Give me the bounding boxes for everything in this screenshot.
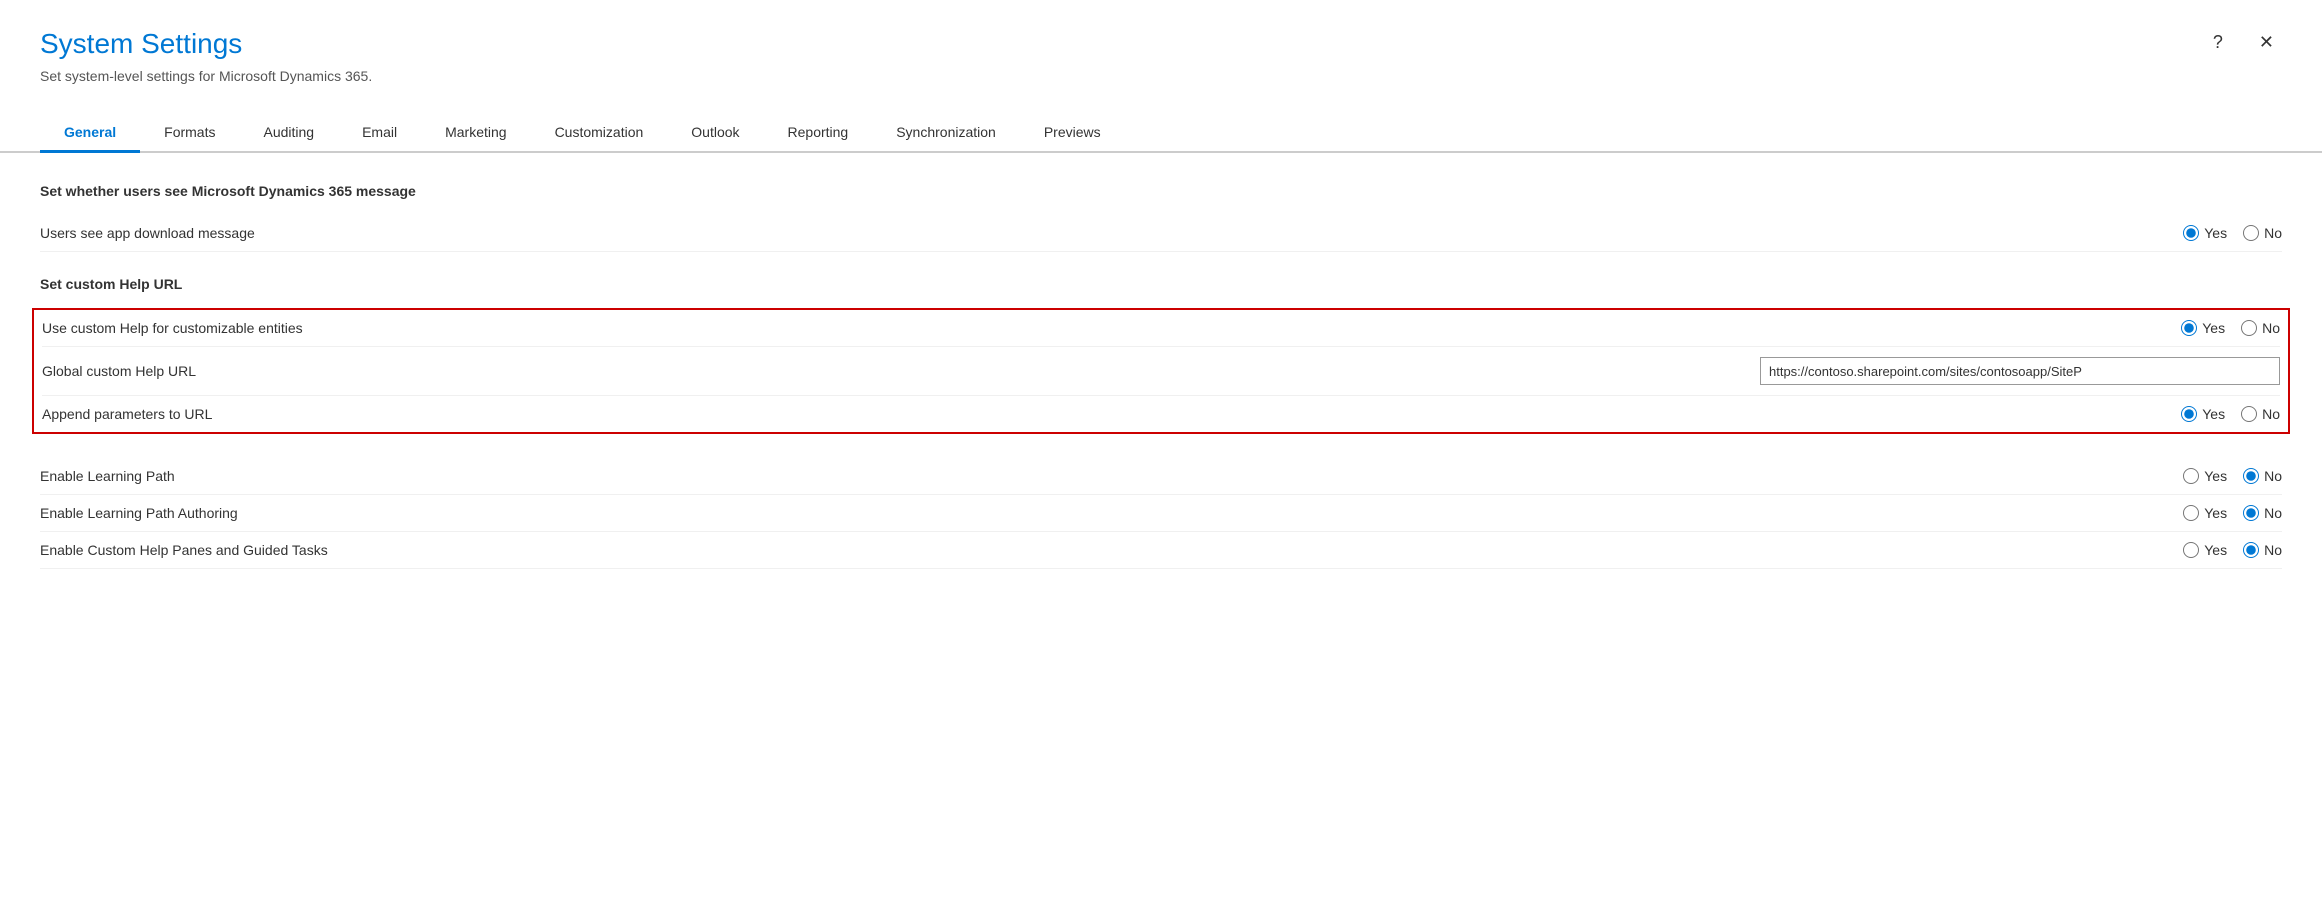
learning-path-no-option[interactable]: No [2243, 468, 2282, 484]
enable-custom-help-panes-row: Enable Custom Help Panes and Guided Task… [40, 532, 2282, 569]
ms-message-section: Set whether users see Microsoft Dynamics… [40, 183, 2282, 252]
learning-authoring-no-option[interactable]: No [2243, 505, 2282, 521]
append-params-control: Yes No [1980, 406, 2280, 422]
enable-learning-path-authoring-control: Yes No [1982, 505, 2282, 521]
learning-section: Enable Learning Path Yes No Enable Learn… [40, 458, 2282, 569]
custom-panes-yes-radio[interactable] [2183, 542, 2199, 558]
tab-outlook[interactable]: Outlook [667, 114, 763, 153]
custom-help-entities-label: Use custom Help for customizable entitie… [42, 320, 1980, 336]
enable-learning-path-label: Enable Learning Path [40, 468, 1982, 484]
close-button[interactable]: ✕ [2251, 28, 2282, 57]
custom-panes-no-option[interactable]: No [2243, 542, 2282, 558]
custom-panes-yes-option[interactable]: Yes [2183, 542, 2227, 558]
enable-learning-path-authoring-row: Enable Learning Path Authoring Yes No [40, 495, 2282, 532]
settings-content: Set whether users see Microsoft Dynamics… [0, 153, 2322, 599]
append-params-yes-radio[interactable] [2181, 406, 2197, 422]
enable-learning-path-authoring-label: Enable Learning Path Authoring [40, 505, 1982, 521]
custom-help-section-wrapper: Set custom Help URL Use custom Help for … [40, 276, 2282, 434]
learning-authoring-no-radio[interactable] [2243, 505, 2259, 521]
app-download-control: Yes No [1982, 225, 2282, 241]
header-actions: ? ✕ [2205, 28, 2282, 57]
append-params-yes-label: Yes [2202, 406, 2225, 422]
learning-authoring-yes-option[interactable]: Yes [2183, 505, 2227, 521]
append-params-yes-option[interactable]: Yes [2181, 406, 2225, 422]
custom-help-no-label: No [2262, 320, 2280, 336]
custom-panes-yes-label: Yes [2204, 542, 2227, 558]
app-download-no-radio[interactable] [2243, 225, 2259, 241]
global-help-url-input[interactable] [1760, 357, 2280, 385]
enable-learning-path-row: Enable Learning Path Yes No [40, 458, 2282, 495]
tab-marketing[interactable]: Marketing [421, 114, 530, 153]
learning-authoring-yes-label: Yes [2204, 505, 2227, 521]
app-download-no-option[interactable]: No [2243, 225, 2282, 241]
app-download-row: Users see app download message Yes No [40, 215, 2282, 252]
custom-help-entities-control: Yes No [1980, 320, 2280, 336]
learning-path-no-radio[interactable] [2243, 468, 2259, 484]
custom-help-no-option[interactable]: No [2241, 320, 2280, 336]
custom-panes-no-radio[interactable] [2243, 542, 2259, 558]
help-button[interactable]: ? [2205, 28, 2231, 57]
global-help-url-control [1760, 357, 2280, 385]
app-download-yes-radio[interactable] [2183, 225, 2199, 241]
tab-auditing[interactable]: Auditing [239, 114, 338, 153]
system-settings-dialog: System Settings Set system-level setting… [0, 0, 2322, 917]
learning-path-no-label: No [2264, 468, 2282, 484]
tab-email[interactable]: Email [338, 114, 421, 153]
custom-help-yes-label: Yes [2202, 320, 2225, 336]
learning-path-yes-label: Yes [2204, 468, 2227, 484]
tab-formats[interactable]: Formats [140, 114, 239, 153]
enable-custom-help-panes-control: Yes No [1982, 542, 2282, 558]
global-help-url-label: Global custom Help URL [42, 363, 1760, 379]
append-params-label: Append parameters to URL [42, 406, 1980, 422]
tab-reporting[interactable]: Reporting [764, 114, 873, 153]
global-help-url-row: Global custom Help URL [42, 346, 2280, 395]
learning-authoring-no-label: No [2264, 505, 2282, 521]
tab-general[interactable]: General [40, 114, 140, 153]
tab-synchronization[interactable]: Synchronization [872, 114, 1020, 153]
learning-path-yes-radio[interactable] [2183, 468, 2199, 484]
append-params-no-option[interactable]: No [2241, 406, 2280, 422]
tab-customization[interactable]: Customization [531, 114, 668, 153]
app-download-label: Users see app download message [40, 225, 1982, 241]
dialog-title: System Settings [40, 28, 2282, 60]
app-download-yes-option[interactable]: Yes [2183, 225, 2227, 241]
custom-help-no-radio[interactable] [2241, 320, 2257, 336]
tabs-bar: GeneralFormatsAuditingEmailMarketingCust… [0, 114, 2322, 153]
custom-help-yes-radio[interactable] [2181, 320, 2197, 336]
enable-custom-help-panes-label: Enable Custom Help Panes and Guided Task… [40, 542, 1982, 558]
custom-help-highlighted-block: Use custom Help for customizable entitie… [32, 308, 2290, 434]
custom-help-section-title: Set custom Help URL [40, 276, 2282, 292]
enable-learning-path-control: Yes No [1982, 468, 2282, 484]
dialog-subtitle: Set system-level settings for Microsoft … [40, 68, 2282, 84]
ms-message-section-title: Set whether users see Microsoft Dynamics… [40, 183, 2282, 199]
append-params-row: Append parameters to URL Yes No [42, 395, 2280, 432]
custom-help-yes-option[interactable]: Yes [2181, 320, 2225, 336]
tab-previews[interactable]: Previews [1020, 114, 1125, 153]
append-params-no-radio[interactable] [2241, 406, 2257, 422]
learning-authoring-yes-radio[interactable] [2183, 505, 2199, 521]
custom-help-entities-row: Use custom Help for customizable entitie… [42, 310, 2280, 346]
app-download-yes-label: Yes [2204, 225, 2227, 241]
dialog-header: System Settings Set system-level setting… [0, 0, 2322, 104]
learning-path-yes-option[interactable]: Yes [2183, 468, 2227, 484]
append-params-no-label: No [2262, 406, 2280, 422]
app-download-no-label: No [2264, 225, 2282, 241]
custom-panes-no-label: No [2264, 542, 2282, 558]
